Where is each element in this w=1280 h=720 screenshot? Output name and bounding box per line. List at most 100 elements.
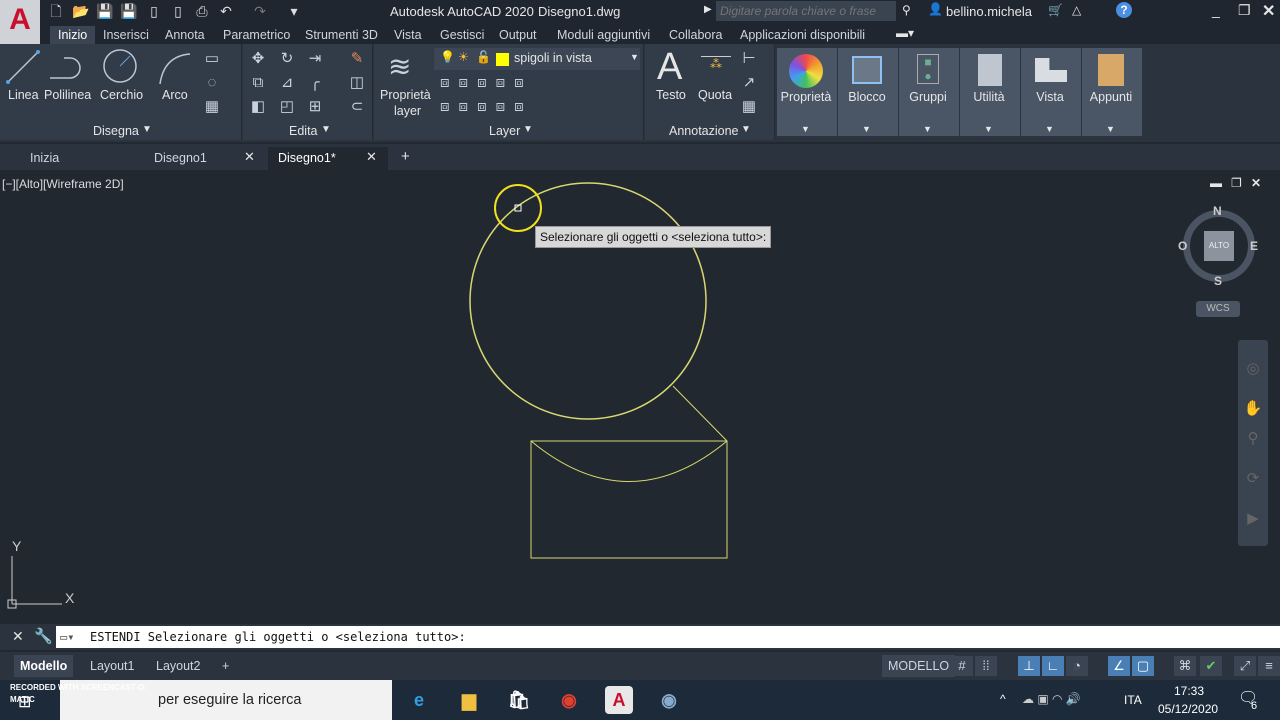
appunti-button[interactable]: Appunti ▼ [1082,48,1142,136]
table-icon[interactable]: ▦ [739,98,759,116]
customize-icon[interactable]: ▾ [286,3,302,19]
cart-icon[interactable]: 🛒 [1048,3,1063,17]
clock-time[interactable]: 17:33 [1174,684,1204,698]
layer-dropdown[interactable]: 💡 ☀ 🔓 spigoli in vista ▼ [434,48,640,70]
arco-button[interactable]: Arco [162,88,188,102]
tray-icons[interactable]: ☁ ▣ ◠ 🔊 [1022,692,1081,706]
polyline-icon[interactable] [48,54,84,84]
object-snap-icon[interactable]: ▢ [1132,656,1154,676]
minimize-icon[interactable]: _ [1212,2,1220,18]
steering-wheel-icon[interactable]: ◎ [1243,360,1263,378]
help-icon[interactable]: ? [1116,2,1132,18]
hatch-icon[interactable]: ▦ [202,98,222,116]
quota-button[interactable]: Quota [698,88,732,102]
workspace-icon[interactable]: ⌘ [1174,656,1196,676]
layout-tab-modello[interactable]: Modello [14,655,74,677]
pan-icon[interactable]: ✋ [1243,400,1263,418]
arc-icon[interactable] [158,52,192,86]
save-icon[interactable]: 💾 [96,3,113,19]
tab-vista[interactable]: Vista [386,26,430,44]
undo-icon[interactable]: ↶ [218,3,234,19]
screencast-icon[interactable]: ◉ [655,686,683,714]
wcs-menu[interactable]: WCS [1196,301,1240,317]
viewcube-top[interactable]: ALTO [1204,231,1234,261]
tab-collabora[interactable]: Collabora [661,26,731,44]
tab-inserisci[interactable]: Inserisci [95,26,157,44]
new-tab-icon[interactable]: + [401,148,410,165]
tab-inizio[interactable]: Inizio [50,26,96,44]
array-icon[interactable]: ⊞ [305,98,325,116]
doc-tab-inizia[interactable]: Inizia [20,147,140,170]
layer-properties-label[interactable]: Proprietà [380,88,431,102]
tab-annota[interactable]: Annota [157,26,213,44]
add-layout-icon[interactable]: + [216,655,235,677]
grid-icon[interactable]: # [951,656,973,676]
edge-icon[interactable]: e [405,686,433,714]
text-icon[interactable]: A [657,46,682,89]
sun-icon[interactable]: ☀ [458,50,469,64]
autocad-taskbar-icon[interactable]: A [605,686,633,714]
trim-icon[interactable]: ⇥ [305,50,325,68]
line-icon[interactable] [6,50,40,84]
circle-icon[interactable] [102,48,138,84]
search-input[interactable] [716,1,896,21]
orbit-icon[interactable]: ⟳ [1243,470,1263,488]
proprieta-button[interactable]: Proprietà ▼ [777,48,837,136]
language-indicator[interactable]: ITA [1124,693,1142,707]
layer-tools-row1-icons[interactable]: ⧈⧈⧈⧈⧈ [440,74,533,91]
close-command-icon[interactable]: ✕ [12,628,24,645]
model-space-button[interactable]: MODELLO [882,655,956,677]
isodraft-icon[interactable]: ∠ [1108,656,1130,676]
scale-icon[interactable]: ◰ [277,98,297,116]
compass-n[interactable]: N [1213,204,1222,218]
open-web-icon[interactable]: ▯ [146,3,162,19]
dimension-icon[interactable]: ⁂ [701,56,731,82]
fillet-icon[interactable]: ╭ [305,74,325,92]
snap-icon[interactable]: ⁞⁞ [975,656,997,676]
leader-icon[interactable]: ↗ [739,74,759,92]
panel-annotazione-label[interactable]: Annotazione [669,124,739,138]
store-icon[interactable]: 🛍 [505,686,533,714]
infer-constraints-icon[interactable]: ⊥ [1018,656,1040,676]
command-history-icon[interactable]: ▭▾ [60,626,74,648]
command-input[interactable]: ▭▾ ESTENDI Selezionare gli oggetti o <se… [56,626,1280,648]
tab-parametrico[interactable]: Parametrico [215,26,298,44]
mirror-icon[interactable]: ⊿ [277,74,297,92]
new-icon[interactable]: 🗋 [48,3,64,19]
chrome-icon[interactable]: ◉ [555,686,583,714]
drawing-canvas[interactable]: [−][Alto][Wireframe 2D] Y X Selezionare … [0,172,1280,622]
autocad-logo[interactable]: A [0,0,40,44]
save-as-icon[interactable]: 💾 [120,3,137,19]
utilita-button[interactable]: Utilità ▼ [960,48,1020,136]
close-tab-icon[interactable]: ✕ [366,149,377,165]
customize-menu-icon[interactable]: ≡ [1258,656,1280,676]
a360-icon[interactable]: △ [1072,3,1081,17]
navigation-bar[interactable]: ◎ ✋ ⚲ ⟳ ▶ [1238,340,1268,546]
viewport-minimize-icon[interactable]: ▬ [1210,176,1222,190]
rectangle-icon[interactable]: ▭ [202,50,222,68]
tab-moduli-aggiuntivi[interactable]: Moduli aggiuntivi [549,26,658,44]
tray-expand-icon[interactable]: ^ [1000,692,1006,706]
rotate-icon[interactable]: ↻ [277,50,297,68]
layer-properties-icon[interactable]: ≋ [388,50,420,86]
zoom-icon[interactable]: ⚲ [1243,430,1263,448]
user-name[interactable]: bellino.michela [946,4,1032,19]
restore-icon[interactable]: ❐ [1238,2,1251,19]
showmotion-icon[interactable]: ▶ [1243,510,1263,528]
blocco-button[interactable]: Blocco ▼ [838,48,898,136]
open-icon[interactable]: 📂 [72,3,89,19]
polar-icon[interactable]: ◔ [1066,656,1088,676]
polilinea-button[interactable]: Polilinea [44,88,91,102]
clock-date[interactable]: 05/12/2020 [1158,702,1218,716]
binoculars-icon[interactable]: ⚲ [902,3,911,17]
unlock-icon[interactable]: 🔓 [476,50,491,64]
fullscreen-icon[interactable]: ⤢ [1234,656,1256,676]
panel-layer-label[interactable]: Layer [489,124,520,138]
file-explorer-icon[interactable]: ▆ [455,686,483,714]
expand-icon[interactable]: ▶ [704,4,712,15]
save-web-icon[interactable]: ▯ [170,3,186,19]
offset-icon[interactable]: ⊂ [347,98,367,116]
move-icon[interactable]: ✥ [248,50,268,68]
gruppi-button[interactable]: ■ ● Gruppi ▼ [899,48,959,136]
ellipse-icon[interactable]: ◌ [202,74,222,92]
